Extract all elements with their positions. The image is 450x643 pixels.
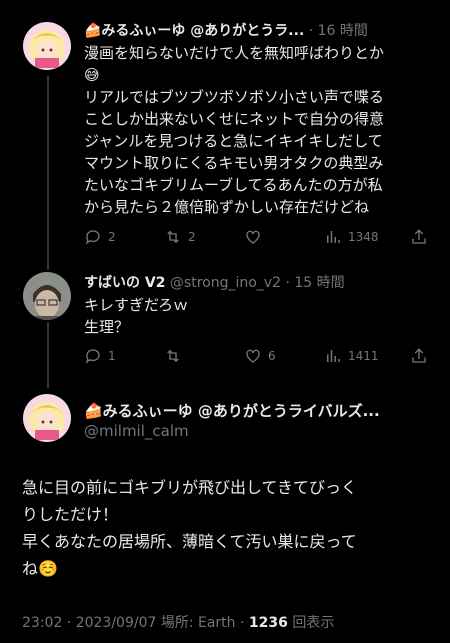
share-button[interactable] bbox=[410, 347, 428, 365]
user-handle[interactable]: @milmil_calm bbox=[84, 422, 189, 440]
share-button[interactable] bbox=[410, 228, 428, 246]
retweet-button[interactable] bbox=[164, 347, 188, 365]
timestamp[interactable]: 23:02 · 2023/09/07 場所: Earth · bbox=[22, 615, 249, 631]
text-line: リアルではブツブツボソボソ小さい声で喋る bbox=[84, 88, 384, 106]
share-icon bbox=[412, 229, 426, 244]
tweet2-text: キレすぎだろｗ 生理？ bbox=[84, 294, 434, 338]
tweet2-actions: 1 6 1411 bbox=[84, 347, 434, 367]
text-line: 生理？ bbox=[84, 318, 130, 336]
user-handle[interactable]: @strong_ino_v2 bbox=[170, 275, 281, 291]
views-count: 1411 bbox=[348, 349, 379, 363]
like-count: 6 bbox=[268, 349, 276, 363]
views-icon bbox=[327, 231, 340, 243]
views-count: 1236 bbox=[248, 615, 288, 631]
display-name[interactable]: 🍰みるふぃーゆ @ありがとうライバルズ... bbox=[84, 400, 380, 421]
main-tweet-text: 急に目の前にゴキブリが飛び出してきてびっく りしただけ！ 早くあなたの居場所、薄… bbox=[22, 474, 432, 582]
text-line: ジャンルを見つけると急にイキイキしだして bbox=[84, 132, 383, 150]
display-name[interactable]: すばいの V2 bbox=[84, 275, 165, 291]
avatar[interactable] bbox=[23, 394, 71, 442]
reply-icon bbox=[85, 230, 100, 245]
views-label: 回表示 bbox=[287, 615, 335, 631]
tweet1-header: 🍰みるふぃーゆ @ありがとうラ... · 16 時間 bbox=[84, 20, 368, 40]
avatar-image bbox=[23, 22, 71, 70]
reply-count: 2 bbox=[108, 230, 116, 244]
tweet-meta: 23:02 · 2023/09/07 場所: Earth · 1236 回表示 bbox=[22, 612, 334, 632]
views-button[interactable]: 1348 bbox=[324, 228, 379, 246]
like-button[interactable]: 6 bbox=[244, 347, 276, 365]
avatar-image bbox=[23, 272, 71, 320]
views-button[interactable]: 1411 bbox=[324, 347, 379, 365]
retweet-icon bbox=[167, 349, 179, 363]
reply-button[interactable]: 1 bbox=[84, 347, 116, 365]
reply-button[interactable]: 2 bbox=[84, 228, 116, 246]
thread-line-2 bbox=[47, 322, 49, 388]
text-line: 漫画を知らないだけで人を無知呼ばわりとか bbox=[84, 44, 385, 62]
avatar[interactable] bbox=[23, 22, 71, 70]
heart-icon bbox=[246, 349, 260, 363]
avatar-image bbox=[23, 394, 71, 442]
heart-icon bbox=[246, 230, 260, 244]
display-name[interactable]: 🍰みるふぃーゆ @ありがとうラ... bbox=[84, 23, 304, 39]
text-line: 早くあなたの居場所、薄暗くて汚い巣に戻って bbox=[22, 532, 357, 551]
text-line: ね☺️ bbox=[22, 559, 58, 578]
timestamp[interactable]: · 16 時間 bbox=[309, 23, 368, 39]
views-count: 1348 bbox=[348, 230, 379, 244]
text-line: 😅 bbox=[84, 66, 100, 84]
retweet-button[interactable]: 2 bbox=[164, 228, 196, 246]
text-line: から見たら２億倍恥ずかしい存在だけどね bbox=[84, 198, 370, 216]
text-line: マウント取りにくるキモい男オタクの典型み bbox=[84, 154, 384, 172]
reply-icon bbox=[85, 349, 100, 364]
like-button[interactable] bbox=[244, 228, 268, 246]
text-line: たいなゴキブリムーブしてるあんたの方が私 bbox=[84, 176, 383, 194]
tweet1-text: 漫画を知らないだけで人を無知呼ばわりとか 😅 リアルではブツブツボソボソ小さい声… bbox=[84, 42, 434, 218]
reply-count: 1 bbox=[108, 349, 116, 363]
text-line: 急に目の前にゴキブリが飛び出してきてびっく bbox=[22, 478, 358, 497]
avatar[interactable] bbox=[23, 272, 71, 320]
text-line: キレすぎだろｗ bbox=[84, 296, 189, 314]
share-icon bbox=[412, 348, 426, 363]
views-icon bbox=[327, 350, 340, 362]
text-line: りしただけ！ bbox=[22, 505, 119, 524]
thread-line-1 bbox=[47, 76, 49, 270]
retweet-icon bbox=[167, 230, 179, 244]
text-line: ことしか出来ないくせにネットで自分の得意 bbox=[84, 110, 385, 128]
tweet2-header: すばいの V2 @strong_ino_v2 · 15 時間 bbox=[84, 272, 345, 292]
retweet-count: 2 bbox=[188, 230, 196, 244]
tweet1-actions: 2 2 1348 bbox=[84, 228, 434, 248]
timestamp[interactable]: · 15 時間 bbox=[285, 275, 344, 291]
